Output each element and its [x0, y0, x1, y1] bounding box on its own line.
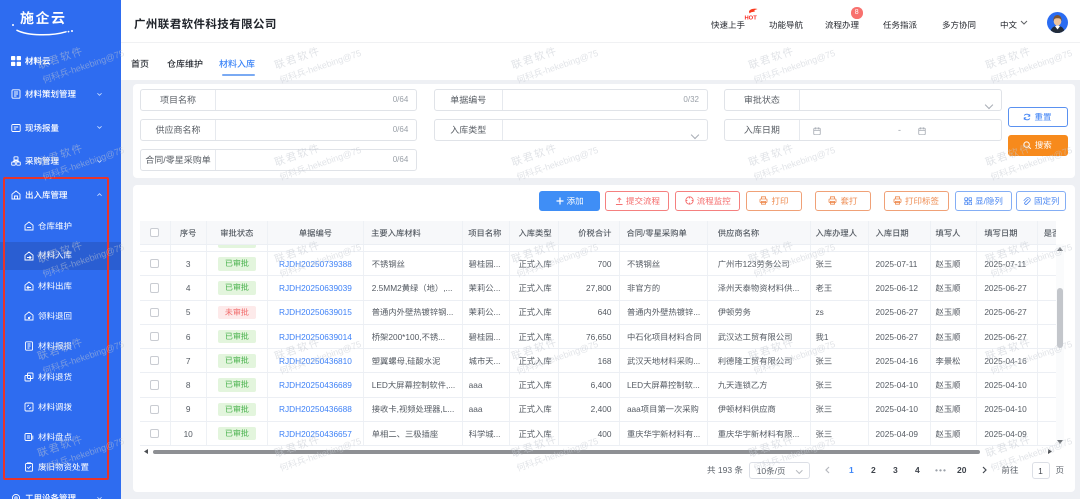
svg-text:HOT: HOT [745, 16, 758, 21]
